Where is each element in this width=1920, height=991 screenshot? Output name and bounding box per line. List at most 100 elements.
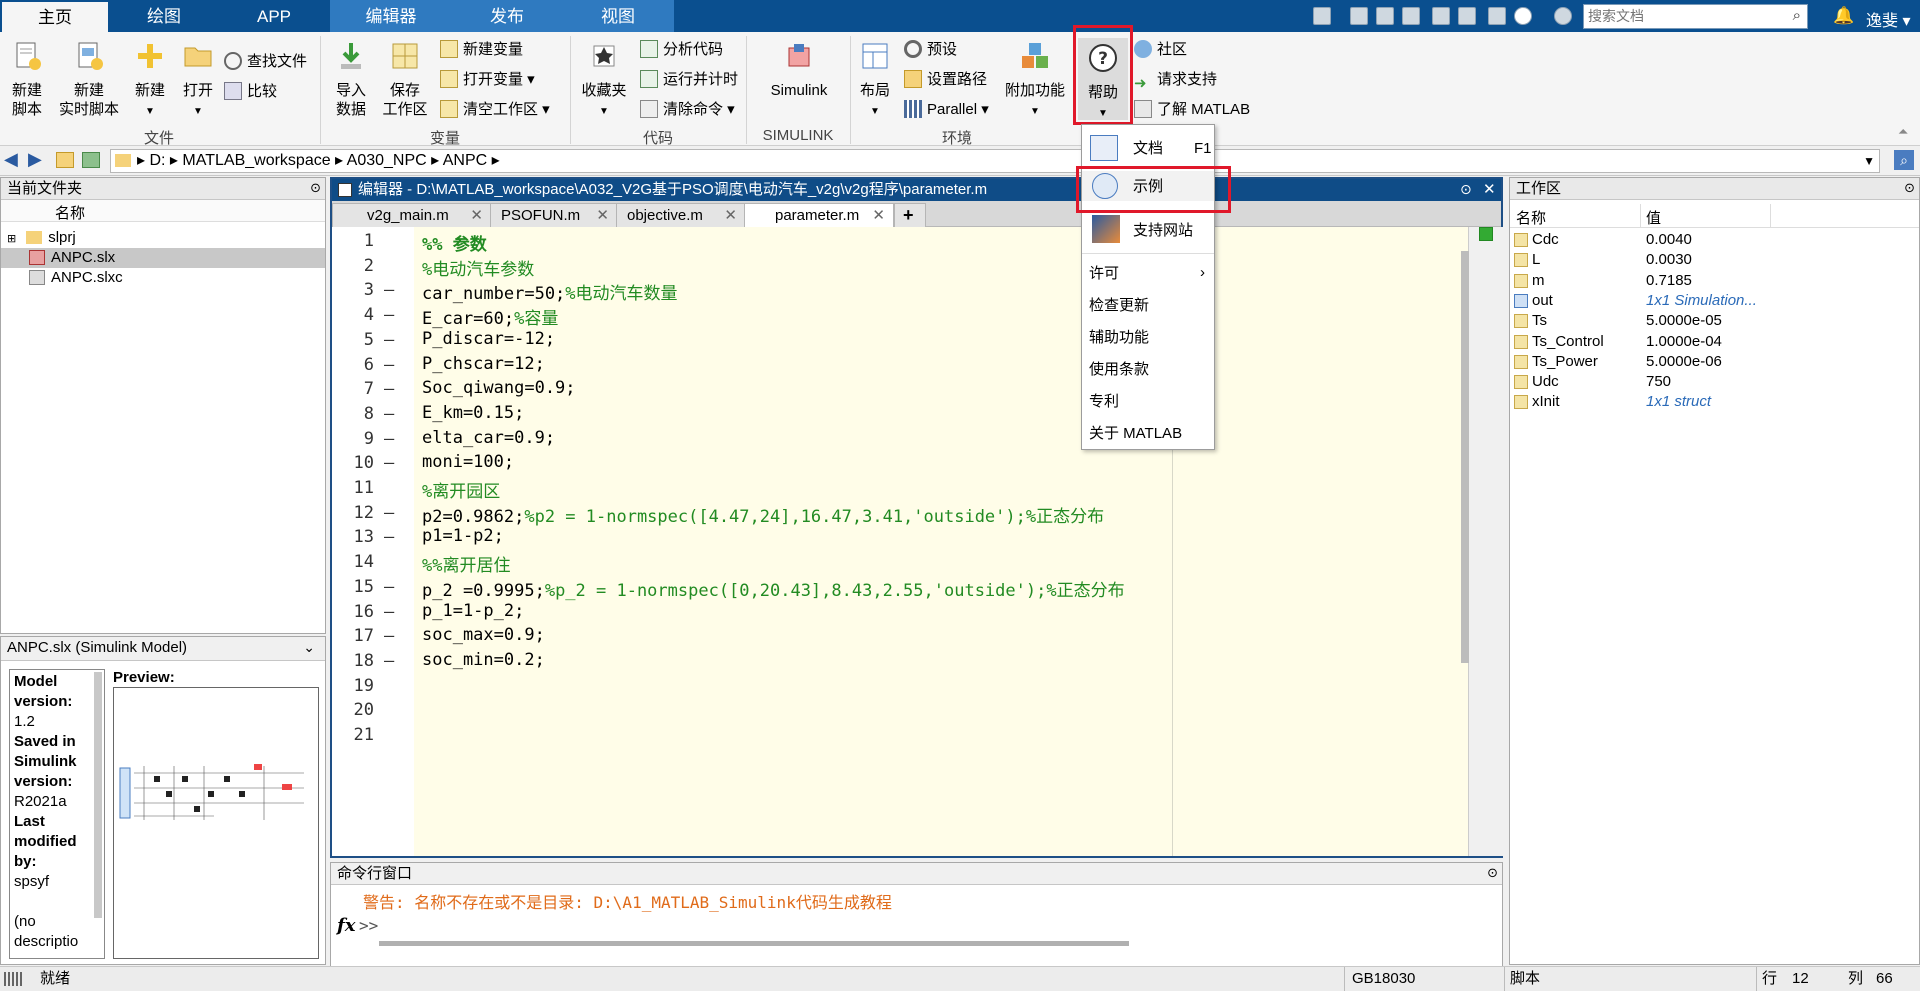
run-and-time-button[interactable]: 运行并计时: [640, 70, 738, 90]
code-line[interactable]: %% 参数: [422, 230, 487, 255]
chevron-down-icon[interactable]: ▼: [130, 102, 170, 121]
code-line[interactable]: P_discar=-12;: [422, 329, 555, 349]
code-line[interactable]: car_number=50;%电动汽车数量: [422, 279, 678, 304]
menu-item-check-updates[interactable]: 检查更新: [1082, 294, 1214, 318]
forward-arrow-icon[interactable]: ▶: [28, 149, 42, 170]
browse-folder-icon[interactable]: [82, 152, 100, 168]
new-live-script-button[interactable]: 新建 实时脚本: [54, 40, 124, 119]
search-folder-icon[interactable]: ⌕: [1894, 150, 1914, 170]
file-tab-active[interactable]: parameter.m ✕: [744, 203, 894, 227]
scrollbar-thumb[interactable]: [1461, 251, 1469, 663]
chevron-down-icon[interactable]: [1554, 7, 1572, 25]
chevron-down-icon[interactable]: ▼: [578, 102, 630, 121]
open-variable-button[interactable]: 打开变量 ▾: [440, 70, 535, 90]
table-row[interactable]: Ts_Control 1.0000e-04: [1510, 332, 1919, 352]
collapse-toolstrip-icon[interactable]: ⏶: [1898, 124, 1908, 140]
menu-item-patents[interactable]: 专利: [1082, 390, 1214, 414]
favorites-button[interactable]: 收藏夹 ▼: [578, 40, 630, 121]
code-line[interactable]: E_km=0.15;: [422, 403, 524, 423]
breadcrumb-seg2[interactable]: A030_NPC: [347, 152, 427, 169]
column-name[interactable]: 名称: [1516, 207, 1546, 228]
new-button[interactable]: 新建 ▼: [130, 40, 170, 121]
learn-matlab-button[interactable]: 了解 MATLAB: [1134, 100, 1250, 120]
menu-item-accessibility[interactable]: 辅助功能: [1082, 326, 1214, 350]
code-line[interactable]: P_chscar=12;: [422, 354, 545, 374]
table-row[interactable]: out 1x1 Simulation...: [1510, 291, 1919, 311]
code-line[interactable]: p2=0.9862;%p2 = 1-normspec([4.47,24],16.…: [422, 502, 1104, 527]
up-folder-icon[interactable]: [56, 152, 74, 168]
new-tab-button[interactable]: +: [894, 203, 926, 227]
breadcrumb-seg3[interactable]: ANPC: [443, 152, 487, 169]
chevron-down-icon[interactable]: ⌄: [303, 639, 315, 656]
analyze-code-button[interactable]: 分析代码: [640, 40, 723, 60]
menu-item-license[interactable]: 许可 ›: [1082, 262, 1214, 286]
scrollbar[interactable]: [94, 672, 102, 918]
chevron-down-icon[interactable]: ▼: [1002, 102, 1068, 121]
code-area[interactable]: %% 参数 %电动汽车参数 car_number=50;%电动汽车数量 E_car=6…: [332, 227, 1501, 856]
paste-icon[interactable]: [1402, 7, 1420, 25]
save-icon[interactable]: [1313, 7, 1331, 25]
help-icon[interactable]: [1514, 7, 1532, 25]
list-item[interactable]: ANPC.slx: [1, 248, 325, 268]
folder-column-header[interactable]: 名称: [1, 200, 325, 222]
breadcrumb-seg1[interactable]: MATLAB_workspace: [182, 152, 330, 169]
redo-icon[interactable]: [1458, 7, 1476, 25]
clear-commands-button[interactable]: 清除命令 ▾: [640, 100, 735, 120]
code-line[interactable]: p_1=1-p_2;: [422, 601, 524, 621]
panel-menu-icon[interactable]: ⊙: [1487, 865, 1498, 881]
code-line[interactable]: p_2 =0.9995;%p_2 = 1-normspec([0,20.43],…: [422, 576, 1125, 601]
chevron-down-icon[interactable]: ▼: [178, 102, 218, 121]
tab-app[interactable]: APP: [220, 0, 328, 32]
search-icon[interactable]: ⌕: [1793, 7, 1801, 24]
open-button[interactable]: 打开 ▼: [178, 40, 218, 121]
back-arrow-icon[interactable]: ◀: [4, 149, 18, 170]
copy-icon[interactable]: [1376, 7, 1394, 25]
table-row[interactable]: Cdc 0.0040: [1510, 230, 1919, 250]
menu-item-terms[interactable]: 使用条款: [1082, 358, 1214, 382]
command-prompt[interactable]: >>: [359, 916, 378, 935]
close-icon[interactable]: ✕: [872, 204, 885, 228]
tab-plot[interactable]: 绘图: [108, 0, 220, 32]
list-item[interactable]: ANPC.slxc: [1, 268, 325, 288]
table-row[interactable]: m 0.7185: [1510, 271, 1919, 291]
add-ons-button[interactable]: 附加功能 ▼: [1002, 40, 1068, 121]
table-row[interactable]: Ts 5.0000e-05: [1510, 311, 1919, 331]
tab-publish[interactable]: 发布: [452, 0, 562, 32]
function-browser-icon[interactable]: fx: [337, 915, 355, 936]
panel-menu-icon[interactable]: ⊙: [1904, 180, 1915, 196]
menu-item-documentation[interactable]: 文档 F1: [1082, 135, 1214, 163]
breadcrumb-drive[interactable]: D:: [149, 152, 165, 169]
code-line[interactable]: elta_car=0.9;: [422, 428, 555, 448]
path-field[interactable]: ▸ D: ▸ MATLAB_workspace ▸ A030_NPC ▸ ANP…: [110, 149, 1880, 173]
close-icon[interactable]: ✕: [596, 204, 609, 228]
editor-menu-icon[interactable]: ⊙: [1460, 181, 1472, 198]
community-button[interactable]: 社区: [1134, 40, 1187, 60]
file-tab[interactable]: PSOFUN.m ✕: [490, 203, 618, 227]
new-script-button[interactable]: 新建 脚本: [4, 40, 50, 119]
code-line[interactable]: %%离开居住: [422, 551, 510, 576]
column-value[interactable]: 值: [1646, 207, 1661, 228]
cut-icon[interactable]: [1350, 7, 1368, 25]
clear-workspace-button[interactable]: 清空工作区 ▾: [440, 100, 550, 120]
code-line[interactable]: Soc_qiwang=0.9;: [422, 378, 576, 398]
tab-view[interactable]: 视图: [562, 0, 674, 32]
horizontal-scrollbar[interactable]: [379, 941, 1129, 946]
code-line[interactable]: p1=1-p2;: [422, 526, 504, 546]
chevron-down-icon[interactable]: ▼: [852, 102, 898, 121]
file-tab[interactable]: objective.m ✕: [616, 203, 746, 227]
compare-button[interactable]: 比较: [224, 82, 277, 102]
code-line[interactable]: soc_max=0.9;: [422, 625, 545, 645]
notification-bell-icon[interactable]: 🔔: [1833, 6, 1854, 26]
preferences-button[interactable]: 预设: [904, 40, 957, 60]
set-path-button[interactable]: 设置路径: [904, 70, 987, 90]
file-tab[interactable]: v2g_main.m ✕: [332, 203, 492, 227]
table-row[interactable]: xInit 1x1 struct: [1510, 392, 1919, 412]
scrollbar[interactable]: [1461, 227, 1503, 856]
panel-menu-icon[interactable]: ⊙: [310, 180, 321, 196]
parallel-button[interactable]: Parallel ▾: [904, 100, 989, 120]
close-icon[interactable]: ✕: [1483, 180, 1496, 198]
code-line[interactable]: %离开园区: [422, 477, 500, 502]
table-row[interactable]: L 0.0030: [1510, 250, 1919, 270]
code-line[interactable]: moni=100;: [422, 452, 514, 472]
tab-home[interactable]: 主页: [2, 2, 108, 32]
